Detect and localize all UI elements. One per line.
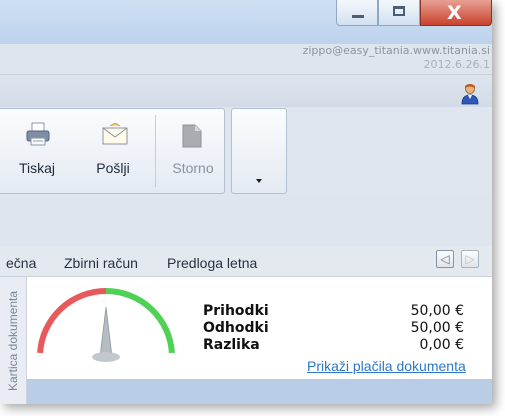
storno-button[interactable]: Storno (161, 109, 225, 193)
show-payments-link[interactable]: Prikaži plačila dokumenta (307, 358, 466, 374)
ribbon-separator (155, 115, 156, 187)
ribbon-actions-group: Tiskaj Pošlji Storno (0, 108, 225, 194)
maximize-button[interactable] (378, 0, 420, 26)
dropdown-arrow-icon (256, 179, 262, 183)
tab-partial[interactable]: ečna (6, 255, 36, 271)
app-window: X zippo@easy_titania.www.titania.si 2012… (0, 0, 492, 404)
side-panel-label: Kartica dokumenta (6, 290, 20, 391)
minimize-button[interactable] (336, 0, 378, 26)
gauge-needle (99, 306, 113, 358)
balance-gauge (37, 288, 175, 362)
gauge-needle-base (92, 352, 120, 362)
print-button-label: Tiskaj (18, 160, 56, 176)
expenses-label: Odhodki (203, 320, 269, 336)
tab-scroll-left-button[interactable]: ◁ (436, 250, 454, 268)
send-button-label: Pošlji (96, 160, 130, 176)
income-value: 50,00 € (410, 303, 464, 319)
minimize-icon (352, 15, 364, 18)
version-text: 2012.6.26.1 (423, 58, 490, 71)
document-tabs: ečna Zbirni račun Predloga letna (0, 246, 492, 277)
printer-icon (26, 122, 50, 146)
ribbon-tab-row (0, 75, 492, 107)
income-label: Prihodki (203, 303, 269, 319)
gauge-negative-arc (37, 288, 107, 354)
document-grid-header (27, 379, 492, 404)
tab-predloga-letna[interactable]: Predloga letna (167, 255, 257, 271)
title-bar: X (0, 0, 492, 44)
status-bar: zippo@easy_titania.www.titania.si 2012.6… (0, 44, 492, 75)
user-icon[interactable] (459, 83, 481, 105)
send-button[interactable]: Pošlji (77, 109, 149, 193)
tab-scroll-right-button[interactable]: ▷ (461, 250, 479, 268)
document-icon (182, 124, 202, 148)
screenshot-stage: X zippo@easy_titania.www.titania.si 2012… (0, 0, 505, 416)
difference-label: Razlika (203, 337, 260, 353)
tab-zbirni-racun[interactable]: Zbirni račun (64, 255, 138, 271)
side-panel[interactable]: Kartica dokumenta (0, 277, 27, 404)
user-account-text: zippo@easy_titania.www.titania.si (302, 44, 490, 57)
print-button[interactable]: Tiskaj (5, 109, 69, 193)
envelope-icon (102, 123, 128, 145)
chevron-left-icon: ◁ (440, 252, 450, 266)
ribbon-spacer (0, 196, 492, 246)
more-actions-button[interactable] (231, 108, 287, 194)
storno-button-label: Storno (172, 160, 214, 176)
expenses-value: 50,00 € (410, 320, 464, 336)
chevron-right-icon: ▷ (465, 252, 475, 266)
close-icon: X (447, 2, 462, 24)
maximize-icon (393, 6, 405, 16)
difference-value: 0,00 € (419, 337, 464, 353)
document-card-panel: Kartica dokumenta Prihodki 50,00 € Odhod… (0, 277, 492, 404)
gauge-positive-arc (105, 288, 175, 354)
close-button[interactable]: X (420, 0, 492, 26)
